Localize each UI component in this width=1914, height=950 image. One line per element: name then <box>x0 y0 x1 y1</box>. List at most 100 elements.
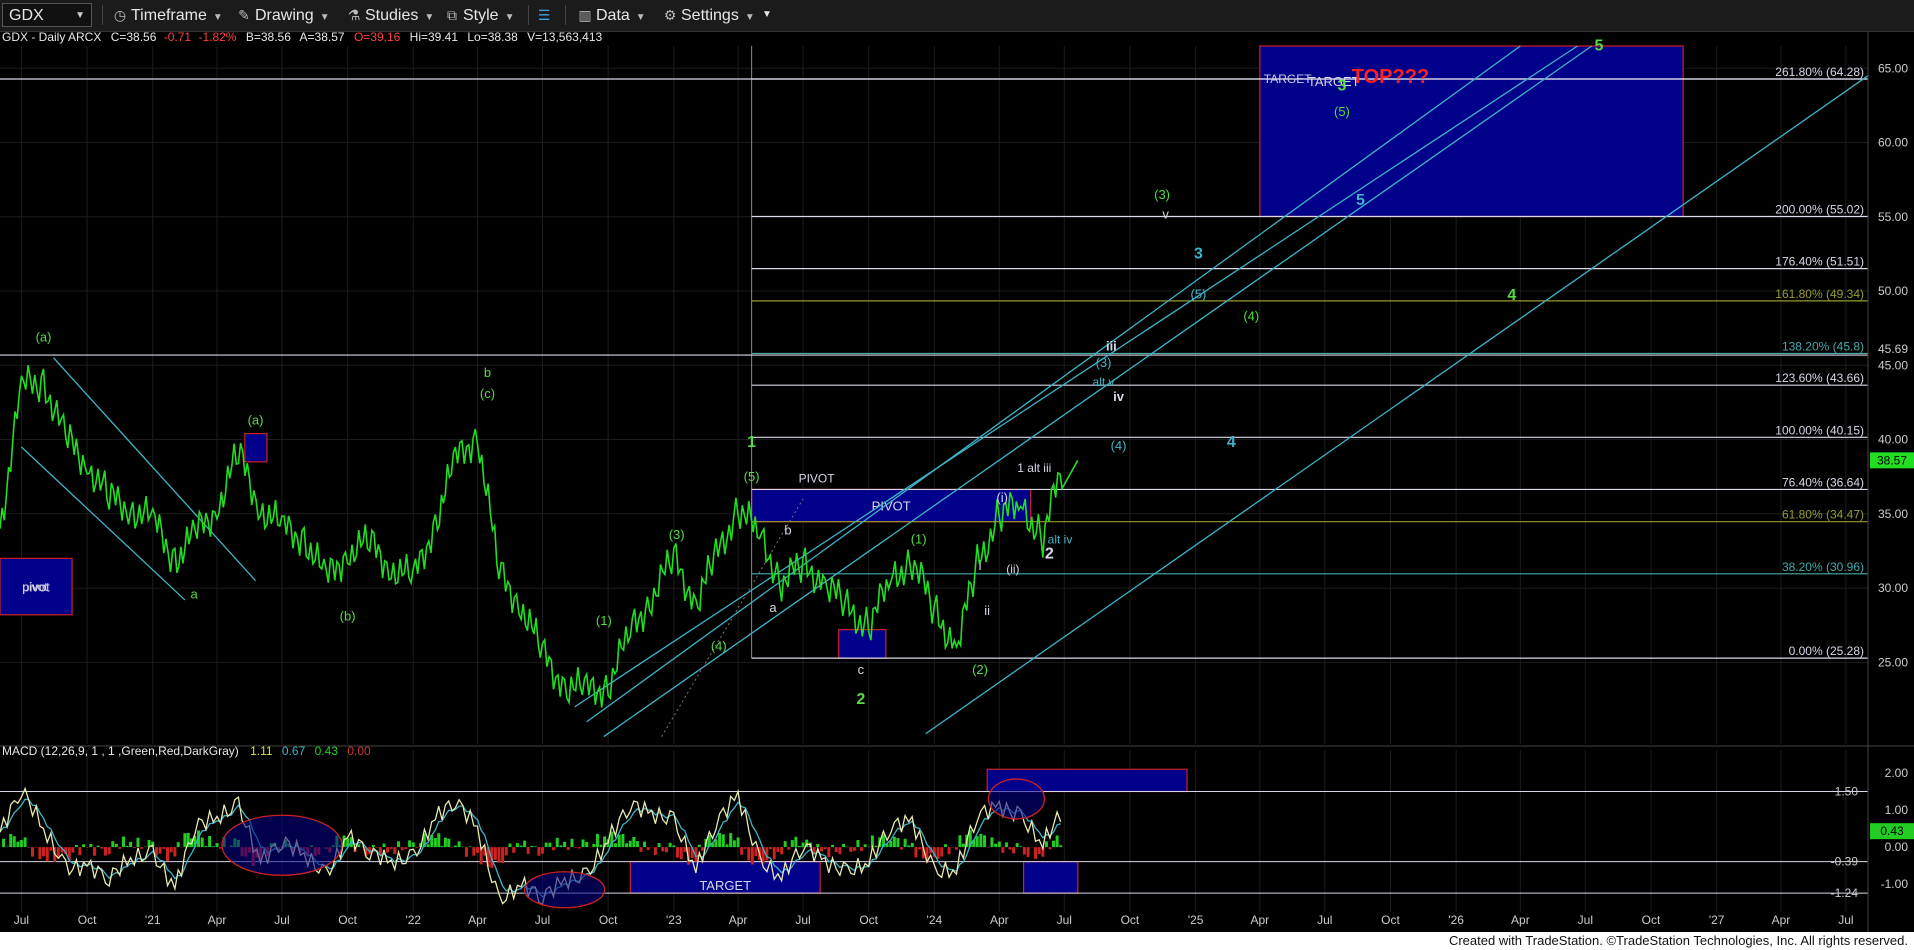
wave-label: iv <box>1113 389 1125 404</box>
wave-label: 3 <box>1194 245 1203 262</box>
macd-value-1: 1.11 <box>250 744 273 758</box>
last-price-label: 38.57 <box>1877 453 1907 467</box>
fib-level-label: 123.60% (43.66) <box>1775 371 1864 385</box>
wave-label: alt v <box>1093 375 1115 389</box>
symbol-selector[interactable]: GDX ▼ <box>2 3 92 27</box>
wave-label: c <box>858 662 865 677</box>
panels-icon: ☰ <box>537 7 551 23</box>
x-tick-label: Oct <box>78 913 97 927</box>
fib-level-label: 161.80% (49.34) <box>1775 287 1864 301</box>
chevron-down-icon: ▼ <box>504 12 515 23</box>
macd-y-tick-label: 1.00 <box>1885 803 1909 817</box>
wave-label: 4 <box>1507 287 1516 304</box>
chevron-down-icon: ▼ <box>75 10 85 21</box>
macd-label: MACD (12,26,9, 1 , 1 ,Green,Red,DarkGray… <box>2 744 239 758</box>
zone-box <box>244 433 268 463</box>
wave-label: (3) <box>1154 187 1170 202</box>
open-value: O=39.16 <box>354 32 401 44</box>
trend-channel-line <box>574 45 1578 708</box>
wave-label: pivot <box>22 580 48 594</box>
wave-label: (5) <box>1191 286 1207 301</box>
x-tick-label: '21 <box>145 913 161 927</box>
chevron-down-icon: ▼ <box>212 12 223 23</box>
trend-channel-line <box>53 357 257 582</box>
wave-label: 2 <box>1045 545 1054 562</box>
trend-channel-line <box>586 45 1521 723</box>
x-tick-label: Apr <box>468 913 487 927</box>
settings-menu[interactable]: ⚙ Settings ▼ <box>662 4 755 26</box>
drawing-menu[interactable]: ✎ Drawing ▼ <box>236 4 330 26</box>
clock-icon: ◷ <box>113 7 127 23</box>
macd-value-2: 0.67 <box>282 744 306 758</box>
chevron-down-icon: ▼ <box>319 12 330 23</box>
macd-highlight-ellipse <box>221 814 343 876</box>
x-tick-label: Apr <box>990 913 1009 927</box>
wave-label: 1 alt iii <box>1017 461 1051 475</box>
x-tick-label: '25 <box>1188 913 1204 927</box>
wave-label: (a) <box>248 413 264 428</box>
wave-label: 5 <box>1356 192 1365 209</box>
wave-label: a <box>191 586 199 601</box>
data-label: Data <box>596 7 630 24</box>
layout-button[interactable]: ☰ <box>536 4 555 26</box>
macd-y-tick-label: 2.00 <box>1885 766 1909 780</box>
x-tick-label: Jul <box>1317 913 1332 927</box>
fib-level-label: 38.20% (30.96) <box>1782 560 1864 574</box>
macd-last-value-label: 0.43 <box>1880 824 1904 838</box>
volume-value: V=13,563,413 <box>527 32 602 44</box>
x-tick-label: Jul <box>14 913 29 927</box>
wave-label: TOP??? <box>1352 66 1429 88</box>
x-tick-label: '23 <box>666 913 682 927</box>
price-chart[interactable]: TARGET PIVOT pivot 261.80% (64.28) 200.00% … <box>0 32 1914 932</box>
wave-label: TARGET <box>1264 72 1312 86</box>
fib-level-label: 176.40% (51.51) <box>1775 255 1864 269</box>
wave-label: (4) <box>1111 438 1127 453</box>
wave-label: i <box>979 558 982 573</box>
studies-menu[interactable]: ⚗ Studies ▼ <box>346 4 435 26</box>
more-menu[interactable]: ▼ <box>762 4 772 26</box>
toolbar-divider <box>528 5 529 25</box>
chevron-down-icon: ▼ <box>744 12 755 23</box>
high-value: Hi=39.41 <box>410 32 459 44</box>
x-tick-label: Apr <box>1511 913 1530 927</box>
wave-label: alt iv <box>1048 533 1073 547</box>
data-menu[interactable]: ▥ Data ▼ <box>577 4 646 26</box>
macd-level-label: -1.24 <box>1831 886 1859 900</box>
price-series: 38.57 <box>0 365 1914 708</box>
chevron-down-icon: ▼ <box>635 12 646 23</box>
wave-label: 4 <box>1227 434 1236 451</box>
wave-label: v <box>1162 206 1169 221</box>
wave-label: (b) <box>340 609 356 624</box>
macd-level-label: -0.39 <box>1831 855 1859 869</box>
y-tick-label: 25.00 <box>1878 655 1908 669</box>
y-tick-label: 60.00 <box>1878 136 1908 150</box>
fib-level-label: 100.00% (40.15) <box>1775 423 1864 437</box>
y-tick-label: 45.00 <box>1878 358 1908 372</box>
macd-y-tick-label: -1.00 <box>1881 877 1909 891</box>
x-tick-label: '24 <box>927 913 943 927</box>
macd-header: MACD (12,26,9, 1 , 1 ,Green,Red,DarkGray… <box>2 744 371 758</box>
macd-value-3: 0.43 <box>315 744 339 758</box>
timeframe-menu[interactable]: ◷ Timeframe ▼ <box>112 4 223 26</box>
x-tick-label: Jul <box>795 913 810 927</box>
fib-level-label: 76.40% (36.64) <box>1782 475 1864 489</box>
x-tick-label: Oct <box>599 913 618 927</box>
macd-value-4: 0.00 <box>347 744 371 758</box>
x-tick-label: Jul <box>1057 913 1072 927</box>
change-value: -0.71 <box>164 32 192 44</box>
wave-label: (i) <box>996 490 1008 505</box>
wave-label: (2) <box>972 662 988 677</box>
wave-label: (1) <box>596 613 612 628</box>
change-pct-value: -1.82% <box>198 32 236 44</box>
wave-label: b <box>784 523 791 538</box>
highlight-zones: TARGET PIVOT pivot <box>0 45 1684 659</box>
macd-level-label: 1.50 <box>1835 785 1859 799</box>
x-tick-label: Apr <box>729 913 748 927</box>
wave-label: 1 <box>747 434 756 451</box>
wave-label: (a) <box>36 330 52 345</box>
gear-icon: ⚙ <box>663 7 677 23</box>
wave-label: (5) <box>744 469 760 484</box>
style-menu[interactable]: ⧉ Style ▼ <box>444 4 514 26</box>
macd-highlight-ellipse <box>523 871 606 909</box>
wave-label: (ii) <box>1006 562 1019 576</box>
